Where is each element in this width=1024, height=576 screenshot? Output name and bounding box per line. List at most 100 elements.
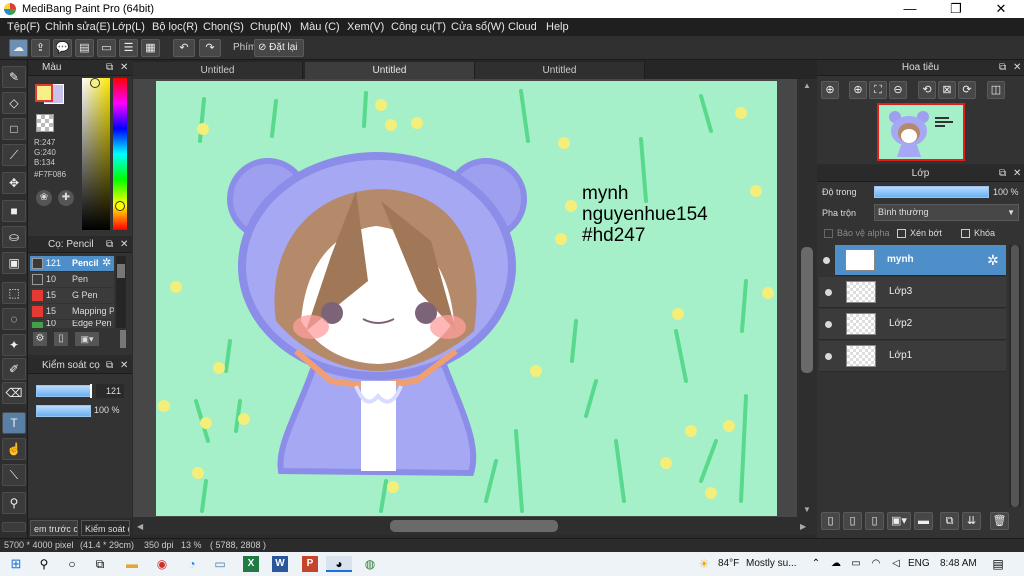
blend-mode-select[interactable]: Bình thường ▼ — [874, 204, 1019, 221]
brush-tool-icon[interactable]: ✎ — [2, 66, 26, 88]
navigator-preview[interactable] — [877, 103, 965, 161]
menu-tools[interactable]: Công cụ(T) — [391, 21, 446, 33]
select-pen-tool-icon[interactable]: ✐ — [2, 358, 26, 380]
tab-brush-preview[interactable]: em trước cọ — [30, 520, 78, 536]
move-tool-icon[interactable]: ✥ — [2, 172, 26, 194]
layer-visibility-eye-icon[interactable] — [823, 257, 830, 264]
windows-start-icon[interactable]: ⊞ — [8, 556, 24, 572]
operation-tool-icon[interactable]: ☝ — [2, 438, 26, 460]
media-app-icon[interactable]: ◉ — [154, 556, 170, 572]
layer-visibility-eye-icon[interactable] — [825, 321, 832, 328]
dot-tool-icon[interactable]: ⟋ — [2, 144, 26, 166]
speech-bubble-icon[interactable]: 💬 — [53, 39, 72, 57]
close-window-button[interactable]: ✕ — [978, 0, 1024, 18]
rotate-left-icon[interactable]: ⟲ — [918, 81, 936, 99]
powerpoint-icon[interactable]: P — [302, 556, 318, 572]
clipping-checkbox[interactable] — [897, 229, 906, 238]
drawing-canvas[interactable]: mynh nguyenhue154 #hd247 — [156, 81, 777, 516]
horizontal-scroll-thumb[interactable] — [390, 520, 558, 532]
menu-help[interactable]: Help — [546, 21, 569, 33]
delete-layer-icon[interactable]: 🗑 — [990, 512, 1009, 530]
monitor-app-icon[interactable]: ▭ — [212, 556, 228, 572]
panel-popout-icon[interactable]: ⧉ — [999, 166, 1006, 182]
menu-filter[interactable]: Bộ lọc(R) — [152, 21, 198, 33]
hue-slider-handle[interactable] — [115, 201, 125, 211]
new-layer-1bit-icon[interactable]: ▯ — [865, 512, 884, 530]
canvas-horizontal-scrollbar[interactable]: ◀ ▶ — [133, 517, 817, 535]
sv-picker-handle[interactable] — [90, 78, 100, 88]
menu-edit[interactable]: Chỉnh sửa(E) — [45, 21, 110, 33]
word-icon[interactable]: W — [272, 556, 288, 572]
fill-rect-tool-icon[interactable]: ■ — [2, 200, 26, 222]
canvas-vertical-scrollbar[interactable]: ▲ ▼ — [797, 79, 817, 517]
redo-icon[interactable]: ↷ — [199, 39, 221, 57]
brush-new-icon[interactable]: ▯ — [54, 332, 68, 346]
layer-row-lop3[interactable]: Lớp3 — [819, 277, 1006, 308]
reset-view-icon[interactable]: ⊠ — [938, 81, 956, 99]
brush-opacity-slider[interactable] — [36, 405, 91, 417]
menu-window[interactable]: Cửa sổ(W) — [451, 21, 505, 33]
tab-document-1[interactable]: Untitled — [133, 62, 303, 79]
layer-row-lop2[interactable]: Lớp2 — [819, 309, 1006, 340]
panel-popout-icon[interactable]: ⧉ — [106, 237, 113, 253]
file-explorer-icon[interactable]: ▬ — [124, 556, 140, 572]
menu-color[interactable]: Màu (C) — [300, 21, 340, 33]
brush-list-scrollbar[interactable] — [116, 256, 126, 328]
new-layer-8bit-icon[interactable]: ▯ — [843, 512, 862, 530]
menu-capture[interactable]: Chụp(N) — [250, 21, 292, 33]
onedrive-icon[interactable]: ☁ — [828, 556, 844, 572]
excel-icon[interactable]: X — [243, 556, 259, 572]
text-tool-icon[interactable]: T — [2, 412, 26, 434]
gradient-tool-icon[interactable]: ▣ — [2, 252, 26, 274]
magic-wand-tool-icon[interactable]: ✦ — [2, 334, 26, 356]
palette-icon[interactable]: ❀ — [36, 190, 52, 206]
panel-close-icon[interactable]: ✕ — [120, 60, 128, 76]
medibang-taskbar-icon[interactable]: ◕ — [326, 556, 352, 572]
chevron-up-icon[interactable]: ⌃ — [808, 556, 824, 572]
hand-tool-icon[interactable] — [2, 522, 26, 532]
select-eraser-tool-icon[interactable]: ⌫ — [2, 382, 26, 404]
weather-temp[interactable]: 84°F — [718, 558, 739, 569]
layer-row-lop1[interactable]: Lớp1 — [819, 341, 1006, 372]
vertical-scroll-thumb[interactable] — [801, 247, 813, 373]
wifi-icon[interactable]: ◠ — [868, 556, 884, 572]
foreground-color-swatch[interactable] — [35, 84, 53, 102]
rotate-right-icon[interactable]: ⟳ — [958, 81, 976, 99]
layer-visibility-eye-icon[interactable] — [825, 289, 832, 296]
divide-tool-icon[interactable]: ⟍ — [2, 464, 26, 486]
menu-view[interactable]: Xem(V) — [347, 21, 384, 33]
panel-popout-icon[interactable]: ⧉ — [106, 60, 113, 76]
gear-icon[interactable]: ✲ — [102, 256, 111, 269]
palette-add-icon[interactable]: ✚ — [58, 190, 74, 206]
input-language[interactable]: ENG — [908, 558, 930, 569]
tab-document-3[interactable]: Untitled — [475, 62, 645, 79]
panel-popout-icon[interactable]: ⧉ — [999, 60, 1006, 76]
new-layer-icon[interactable]: ▯ — [821, 512, 840, 530]
share-icon[interactable]: ⇪ — [31, 39, 50, 57]
clock-time[interactable]: 8:48 AM — [940, 558, 977, 569]
brush-item-selected[interactable]: 121 Pencil ✲ — [30, 256, 114, 271]
scroll-thumb[interactable] — [117, 264, 125, 278]
menu-layer[interactable]: Lớp(L) — [112, 21, 145, 33]
scroll-up-arrow[interactable]: ▲ — [803, 81, 811, 90]
layer-visibility-eye-icon[interactable] — [825, 353, 832, 360]
eraser-tool-icon[interactable]: ◇ — [2, 92, 26, 114]
brush-resize-handle[interactable] — [120, 330, 126, 348]
fit-screen-icon[interactable]: ⛶ — [869, 81, 887, 99]
cortana-icon[interactable]: ○ — [64, 556, 80, 572]
chrome-icon[interactable]: ◍ — [362, 556, 378, 572]
scroll-left-arrow[interactable]: ◀ — [137, 522, 143, 531]
layer-menu-icon[interactable]: ▣▾ — [887, 512, 911, 530]
menu-cloud[interactable]: Cloud — [508, 21, 537, 33]
scroll-right-arrow[interactable]: ▶ — [800, 522, 806, 531]
brush-size-value[interactable]: 121 — [96, 384, 124, 398]
lock-checkbox[interactable] — [961, 229, 970, 238]
brush-size-slider[interactable] — [36, 385, 91, 397]
brush-add-icon[interactable]: ⚙ — [33, 332, 47, 346]
page-icon[interactable]: ▭ — [97, 39, 116, 57]
page-list-icon[interactable]: ☰ — [119, 39, 138, 57]
tab-document-2[interactable]: Untitled — [305, 62, 475, 79]
panel-close-icon[interactable]: ✕ — [1013, 166, 1021, 182]
cloud-icon[interactable]: ☁ — [9, 39, 28, 57]
select-tool-icon[interactable]: ⬚ — [2, 282, 26, 304]
